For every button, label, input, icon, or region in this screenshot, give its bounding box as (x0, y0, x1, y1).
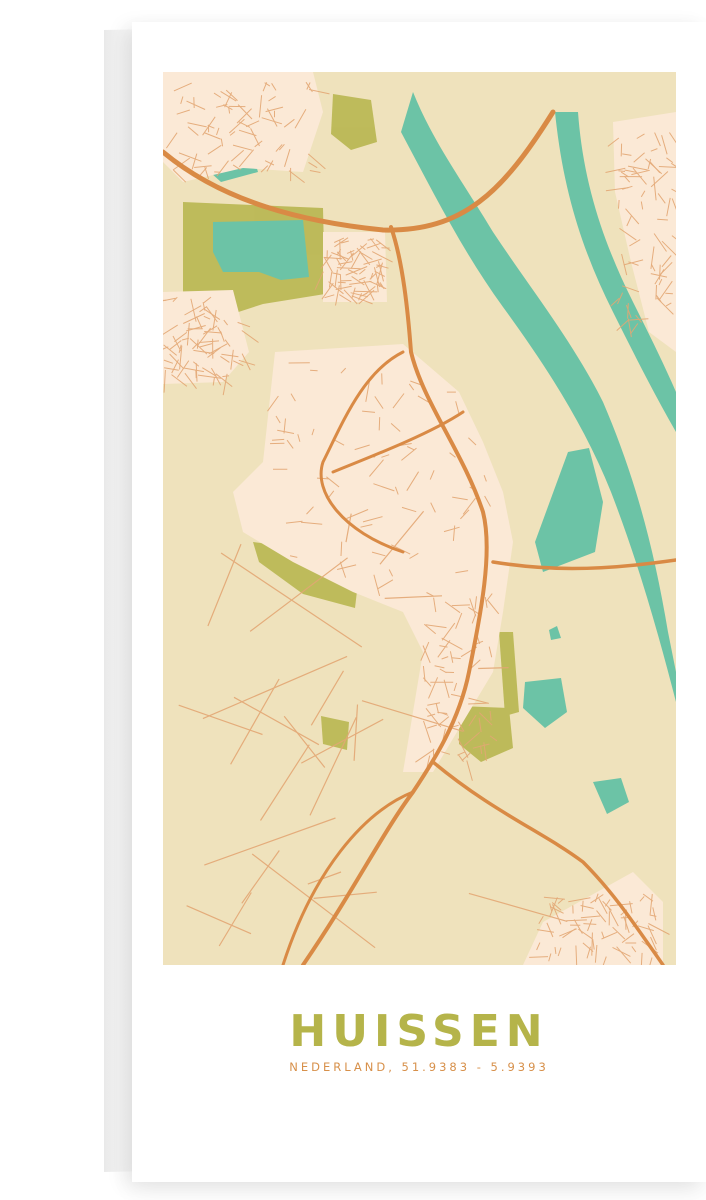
street (591, 932, 593, 956)
street-map (163, 72, 676, 965)
street (655, 284, 657, 300)
street (353, 290, 378, 293)
poster-title: HUISSEN (289, 1006, 549, 1057)
street (310, 369, 318, 372)
poster-subtitle: NEDERLAND, 51.9383 - 5.9393 (289, 1060, 549, 1074)
street (378, 417, 381, 431)
lake-northwest (213, 220, 309, 280)
street (451, 604, 470, 607)
street (618, 170, 626, 172)
street (665, 292, 673, 295)
street (618, 199, 620, 209)
street (657, 218, 668, 221)
urban-northwest (163, 72, 323, 182)
street (340, 541, 343, 557)
canvas-print: HUISSEN NEDERLAND, 51.9383 - 5.9393 (0, 0, 706, 1200)
